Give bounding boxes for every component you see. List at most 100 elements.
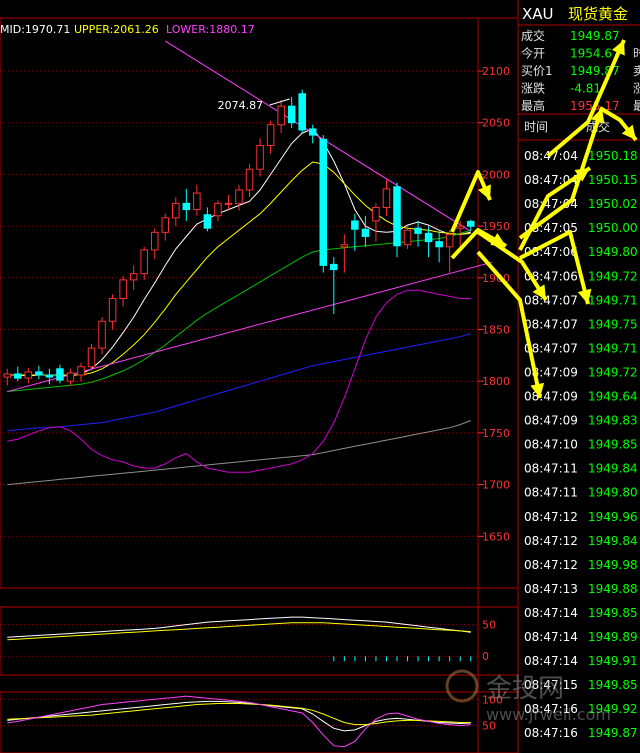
tick-time: 08:47:09 <box>524 414 578 428</box>
tick-price: 1949.98 <box>588 558 638 572</box>
candle-body-up <box>161 217 170 233</box>
candle-body-up <box>403 229 412 246</box>
tick-time: 08:47:11 <box>524 486 578 500</box>
tick-price: 1949.85 <box>588 438 638 452</box>
tick-time: 08:47:13 <box>524 582 578 596</box>
ticks-time-header: 时间 <box>524 120 548 134</box>
moving-average-lines <box>7 128 471 486</box>
candle-body-up <box>119 279 127 299</box>
candle-body-up <box>277 105 285 126</box>
price-tick-label: 1750 <box>482 427 510 440</box>
quote-row-side-label: 卖 <box>633 64 640 78</box>
candle-body-down <box>424 232 433 243</box>
tick-price: 1949.88 <box>588 582 638 596</box>
price-tick-label: 2050 <box>482 117 510 130</box>
symbol-code: XAU <box>522 5 554 23</box>
moving-average-line-3 <box>7 229 471 392</box>
price-tick-label: 1650 <box>482 530 510 543</box>
tick-price: 1950.18 <box>588 149 638 163</box>
tick-price: 1949.80 <box>588 245 638 259</box>
tick-price: 1949.80 <box>588 486 638 500</box>
candle-body-down <box>466 220 475 227</box>
tick-price: 1949.71 <box>588 293 638 307</box>
candle-body-up <box>150 231 159 251</box>
tick-price: 1949.75 <box>588 317 638 331</box>
candle-body-up <box>266 124 275 146</box>
tick-time: 08:47:12 <box>524 558 578 572</box>
candle-body-up <box>129 273 138 281</box>
candle-body-down <box>56 368 64 381</box>
candle-body-down <box>287 105 296 124</box>
candle-body-down <box>182 202 191 211</box>
tick-price: 1949.85 <box>588 606 638 620</box>
moving-average-line-1 <box>7 128 471 377</box>
tick-time: 08:47:14 <box>524 630 578 644</box>
price-tick-label: 2100 <box>482 65 510 78</box>
quote-row-side-label: 最 <box>633 99 640 113</box>
price-grid <box>0 70 478 537</box>
candle-body-up <box>193 192 201 211</box>
tick-time: 08:47:07 <box>524 317 578 331</box>
watermark-url: www.jrwell.com <box>486 705 611 724</box>
tick-time: 08:47:12 <box>524 510 578 524</box>
quote-row-value: 1949.87 <box>570 29 620 43</box>
tick-price: 1949.84 <box>588 462 638 476</box>
candle-body-down <box>298 93 306 131</box>
kdj-indicator: 10050 <box>0 693 503 748</box>
tick-time: 08:47:12 <box>524 534 578 548</box>
candle-body-down <box>414 227 422 234</box>
bollinger-mid-label: MID:1970.71 <box>0 23 70 36</box>
candle-body-up <box>445 233 454 248</box>
tick-time: 08:47:10 <box>524 438 578 452</box>
quote-row-side-label: 时 <box>633 47 640 61</box>
tick-list: 08:47:04 1950.1808:47:04 1950.1508:47:04 19… <box>524 149 638 740</box>
candle-body-up <box>382 188 391 209</box>
symbol-name: 现货黄金 <box>568 5 628 23</box>
tick-time: 08:47:11 <box>524 462 578 476</box>
candle-body-up <box>456 225 464 229</box>
tick-price: 1949.96 <box>588 510 638 524</box>
candle-body-up <box>224 202 233 205</box>
tick-price: 1949.89 <box>588 630 638 644</box>
candle-body-down <box>435 241 443 248</box>
price-tick-label: 1700 <box>482 479 510 492</box>
candle-body-down <box>351 220 359 230</box>
candle-body-down <box>319 138 328 266</box>
price-tick-label: 1950 <box>482 220 510 233</box>
tick-price: 1949.83 <box>588 414 638 428</box>
quote-row-value: 1954.67 <box>570 47 620 61</box>
quote-row-label: 今开 <box>521 46 545 61</box>
candle-body-up <box>214 202 222 217</box>
candlesticks <box>3 89 475 386</box>
candle-body-up <box>3 373 12 378</box>
bollinger-lower-label: LOWER:1880.17 <box>166 23 255 36</box>
candle-body-up <box>256 144 264 170</box>
price-tick-label: 1800 <box>482 375 510 388</box>
price-tick-label: 2000 <box>482 168 510 181</box>
candle-body-down <box>35 371 43 376</box>
macd-indicator: 50 0 <box>0 616 496 663</box>
trendlines <box>7 40 492 393</box>
tick-price: 1949.91 <box>588 654 638 668</box>
tick-price: 1949.85 <box>588 678 638 692</box>
candle-body-up <box>245 168 254 191</box>
candle-body-up <box>77 366 85 376</box>
tick-price: 1949.71 <box>588 341 638 355</box>
candle-body-up <box>235 189 243 204</box>
candle-body-down <box>203 214 212 229</box>
candle-body-up <box>140 249 148 275</box>
tick-time: 08:47:16 <box>524 726 578 740</box>
candle-body-down <box>330 263 338 271</box>
candle-body-up <box>372 207 380 222</box>
macd-tick-label: 50 <box>482 619 496 632</box>
candle-body-up <box>87 347 96 368</box>
candle-body-down <box>361 228 370 237</box>
tick-price: 1949.72 <box>588 365 638 379</box>
quote-row-label: 成交 <box>521 28 545 43</box>
tick-time: 08:47:14 <box>524 606 578 620</box>
tick-price: 1949.87 <box>588 726 638 740</box>
high-price-label: 2074.87 <box>218 99 264 112</box>
tick-time: 08:47:07 <box>524 293 578 307</box>
candle-body-down <box>308 128 317 136</box>
tick-time: 08:47:14 <box>524 654 578 668</box>
